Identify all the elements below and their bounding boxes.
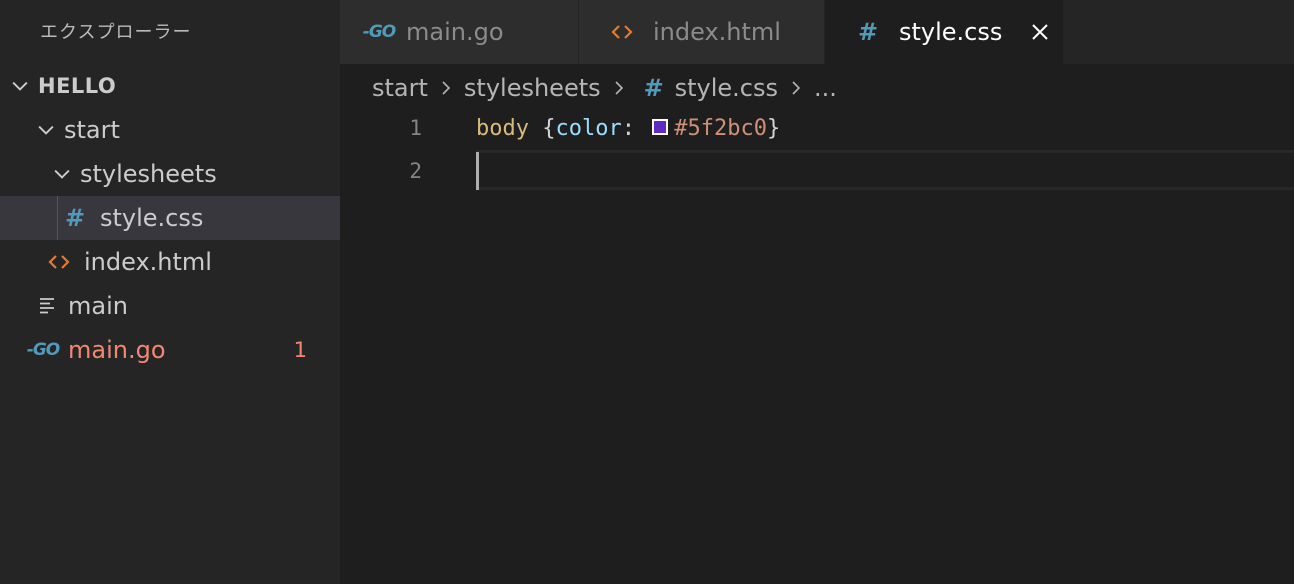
chevron-down-icon <box>50 162 74 186</box>
tab-style-css[interactable]: # style.css <box>825 0 1064 64</box>
go-file-icon: -GO <box>26 340 60 360</box>
css-value: #5f2bc0 <box>674 116 767 141</box>
chevron-right-icon <box>436 78 456 98</box>
tree-folder-label: stylesheets <box>80 160 217 188</box>
go-file-icon: -GO <box>362 22 396 42</box>
breadcrumb-item[interactable]: start <box>372 74 428 102</box>
tree-file-main[interactable]: main <box>0 284 340 328</box>
tab-label: style.css <box>899 18 1003 46</box>
breadcrumb-item[interactable]: stylesheets <box>464 74 601 102</box>
code-editor[interactable]: 1 body {color: #5f2bc0} 2 <box>340 108 1294 584</box>
tree-file-label: style.css <box>100 204 204 232</box>
code-line[interactable]: body {color: #5f2bc0} <box>476 116 780 141</box>
tab-label: index.html <box>653 18 781 46</box>
tree-root-hello[interactable]: HELLO <box>0 64 340 108</box>
chevron-down-icon <box>34 118 58 142</box>
tree-folder-label: start <box>64 116 120 144</box>
tree-folder-start[interactable]: start <box>0 108 340 152</box>
editor-tabbar: -GO main.go index.html # style.css <box>340 0 1294 64</box>
chevron-right-icon <box>786 78 806 98</box>
css-file-icon: # <box>64 204 86 232</box>
text-cursor <box>476 152 479 190</box>
tree-file-index-html[interactable]: index.html <box>0 240 340 284</box>
problems-badge: 1 <box>293 338 307 362</box>
tree-file-label: main.go <box>68 336 166 364</box>
chevron-down-icon <box>8 74 32 98</box>
css-property: color <box>555 116 622 141</box>
color-swatch[interactable] <box>652 119 669 135</box>
css-colon: : <box>621 116 649 141</box>
breadcrumb: start stylesheets # style.css ... <box>372 68 837 108</box>
breadcrumb-item[interactable]: ... <box>814 74 837 102</box>
tree-file-main-go[interactable]: -GO main.go 1 <box>0 328 340 372</box>
tree-folder-stylesheets[interactable]: stylesheets <box>0 152 340 196</box>
tab-index-html[interactable]: index.html <box>579 0 825 64</box>
tree-file-label: index.html <box>84 248 212 276</box>
tab-label: main.go <box>406 18 504 46</box>
css-brace-open: { <box>528 116 556 141</box>
current-line-highlight <box>476 150 1294 190</box>
explorer-title: エクスプローラー <box>40 22 192 43</box>
css-file-icon: # <box>857 18 879 46</box>
html-file-icon <box>607 23 637 41</box>
chevron-right-icon <box>609 78 629 98</box>
line-number: 1 <box>409 116 422 140</box>
close-tab-button[interactable] <box>1028 20 1052 44</box>
css-file-icon: # <box>643 74 664 102</box>
tree-file-style-css[interactable]: # style.css <box>0 196 340 240</box>
line-number: 2 <box>409 159 422 183</box>
tab-main-go[interactable]: -GO main.go <box>340 0 579 64</box>
breadcrumb-item[interactable]: style.css <box>675 74 778 102</box>
html-file-icon <box>44 253 74 271</box>
tree-root-label: HELLO <box>38 74 117 98</box>
css-selector: body <box>476 116 529 141</box>
css-brace-close: } <box>766 116 781 141</box>
indent-guide <box>57 196 58 240</box>
explorer-sidebar: エクスプローラー HELLO start stylesheets # style… <box>0 0 340 584</box>
tree-file-label: main <box>68 292 128 320</box>
text-file-icon <box>32 296 62 316</box>
